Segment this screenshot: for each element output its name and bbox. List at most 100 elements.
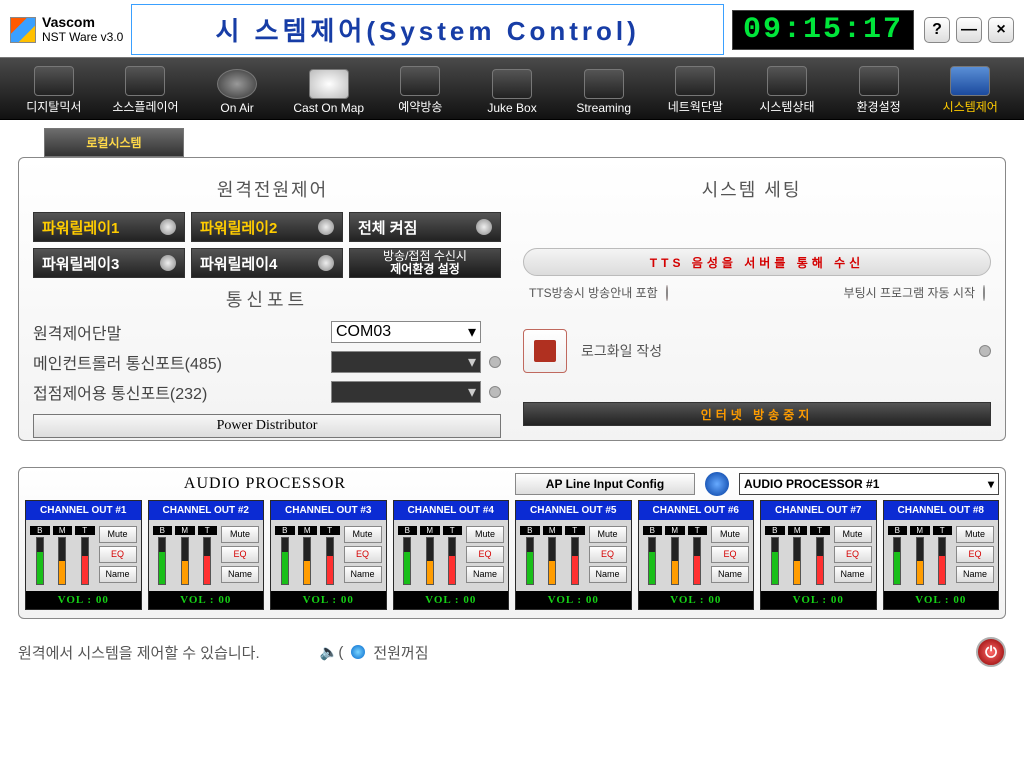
tb-digital-mixer[interactable]: 디지탈믹서 [10, 64, 98, 117]
help-button[interactable]: ? [924, 17, 950, 43]
treble-slider[interactable]: T [75, 526, 95, 585]
tb-settings[interactable]: 환경설정 [835, 64, 923, 117]
name-button[interactable]: Name [834, 566, 872, 583]
treble-slider[interactable]: T [688, 526, 708, 585]
tb-system-control[interactable]: 시스템제어 [926, 64, 1014, 117]
power-relay-2-button[interactable]: 파워릴레이2 [191, 212, 343, 242]
streaming-icon [584, 69, 624, 99]
treble-slider[interactable]: T [933, 526, 953, 585]
bass-slider[interactable]: B [30, 526, 50, 585]
eq-button[interactable]: EQ [956, 546, 994, 563]
mute-button[interactable]: Mute [99, 526, 137, 543]
tb-network-terminal[interactable]: 네트웍단말 [651, 64, 739, 117]
channel-header: CHANNEL OUT #1 [26, 501, 141, 520]
tab-local-system[interactable]: 로컬시스템 [44, 128, 184, 157]
mute-button[interactable]: Mute [344, 526, 382, 543]
map-icon [309, 69, 349, 99]
name-button[interactable]: Name [589, 566, 627, 583]
main-toolbar: 디지탈믹서 소스플레이어 On Air Cast On Map 예약방송 Juk… [0, 57, 1024, 120]
eq-button[interactable]: EQ [466, 546, 504, 563]
main-power-button[interactable]: ⏻ [976, 637, 1006, 667]
status-dot [983, 285, 985, 301]
mute-button[interactable]: Mute [466, 526, 504, 543]
tb-source-player[interactable]: 소스플레이어 [102, 64, 190, 117]
bass-slider[interactable]: B [275, 526, 295, 585]
treble-slider[interactable]: T [810, 526, 830, 585]
env-setting-button[interactable]: 방송/접점 수신시제어환경 설정 [349, 248, 501, 278]
onair-icon [217, 69, 257, 99]
channel-header: CHANNEL OUT #3 [271, 501, 386, 520]
mute-button[interactable]: Mute [834, 526, 872, 543]
bass-slider[interactable]: B [520, 526, 540, 585]
ap-line-input-config-button[interactable]: AP Line Input Config [515, 473, 695, 495]
mid-slider[interactable]: M [543, 526, 563, 585]
channel-volume: VOL : 00 [149, 591, 264, 609]
jukebox-icon [492, 69, 532, 99]
internet-broadcast-stop-button[interactable]: 인터넷 방송중지 [523, 402, 991, 426]
tb-streaming[interactable]: Streaming [560, 67, 648, 117]
treble-slider[interactable]: T [443, 526, 463, 585]
mute-button[interactable]: Mute [221, 526, 259, 543]
treble-slider[interactable]: T [198, 526, 218, 585]
treble-slider[interactable]: T [320, 526, 340, 585]
eq-button[interactable]: EQ [711, 546, 749, 563]
audio-processor-select[interactable]: AUDIO PROCESSOR #1▾ [739, 473, 999, 495]
name-button[interactable]: Name [466, 566, 504, 583]
eq-button[interactable]: EQ [221, 546, 259, 563]
section-system-setting: 시스템 세팅 [512, 172, 991, 212]
mid-slider[interactable]: M [298, 526, 318, 585]
channel-volume: VOL : 00 [884, 591, 999, 609]
log-file-button[interactable] [523, 329, 567, 373]
mid-slider[interactable]: M [788, 526, 808, 585]
mid-slider[interactable]: M [420, 526, 440, 585]
main-port-select[interactable]: ▾ [331, 351, 481, 373]
tb-jukebox[interactable]: Juke Box [468, 67, 556, 117]
remote-port-label: 원격제어단말 [33, 320, 121, 344]
tb-schedule[interactable]: 예약방송 [377, 64, 465, 117]
power-relay-3-button[interactable]: 파워릴레이3 [33, 248, 185, 278]
bass-slider[interactable]: B [765, 526, 785, 585]
mixer-icon [34, 66, 74, 96]
eq-button[interactable]: EQ [589, 546, 627, 563]
mid-slider[interactable]: M [53, 526, 73, 585]
contact-port-select[interactable]: ▾ [331, 381, 481, 403]
control-panel: 원격전원제어 시스템 세팅 파워릴레이1 파워릴레이2 전체 켜짐 파워릴레이3… [18, 157, 1006, 441]
tb-cast-on-map[interactable]: Cast On Map [285, 67, 373, 117]
bass-slider[interactable]: B [398, 526, 418, 585]
chevron-down-icon: ▾ [468, 322, 476, 342]
eq-button[interactable]: EQ [344, 546, 382, 563]
eq-button[interactable]: EQ [99, 546, 137, 563]
name-button[interactable]: Name [956, 566, 994, 583]
name-button[interactable]: Name [344, 566, 382, 583]
mute-button[interactable]: Mute [711, 526, 749, 543]
name-button[interactable]: Name [221, 566, 259, 583]
brand-sub: NST Ware v3.0 [42, 31, 123, 44]
name-button[interactable]: Name [711, 566, 749, 583]
status-icon [767, 66, 807, 96]
treble-slider[interactable]: T [565, 526, 585, 585]
remote-port-select[interactable]: COM03▾ [331, 321, 481, 343]
mute-button[interactable]: Mute [589, 526, 627, 543]
title-bar: Vascom NST Ware v3.0 시 스템제어(System Contr… [0, 0, 1024, 57]
mute-button[interactable]: Mute [956, 526, 994, 543]
status-dot [489, 356, 501, 368]
minimize-button[interactable]: — [956, 17, 982, 43]
bass-slider[interactable]: B [888, 526, 908, 585]
power-distributor-button[interactable]: Power Distributor [33, 414, 501, 438]
all-on-button[interactable]: 전체 켜짐 [349, 212, 501, 242]
bass-slider[interactable]: B [643, 526, 663, 585]
bass-slider[interactable]: B [153, 526, 173, 585]
mid-slider[interactable]: M [910, 526, 930, 585]
power-relay-1-button[interactable]: 파워릴레이1 [33, 212, 185, 242]
tb-system-status[interactable]: 시스템상태 [743, 64, 831, 117]
brand-block: Vascom NST Ware v3.0 [42, 15, 123, 44]
mid-slider[interactable]: M [665, 526, 685, 585]
name-button[interactable]: Name [99, 566, 137, 583]
channel-header: CHANNEL OUT #8 [884, 501, 999, 520]
close-button[interactable]: × [988, 17, 1014, 43]
mid-slider[interactable]: M [175, 526, 195, 585]
chevron-down-icon: ▾ [468, 352, 476, 372]
tb-on-air[interactable]: On Air [193, 67, 281, 117]
eq-button[interactable]: EQ [834, 546, 872, 563]
power-relay-4-button[interactable]: 파워릴레이4 [191, 248, 343, 278]
